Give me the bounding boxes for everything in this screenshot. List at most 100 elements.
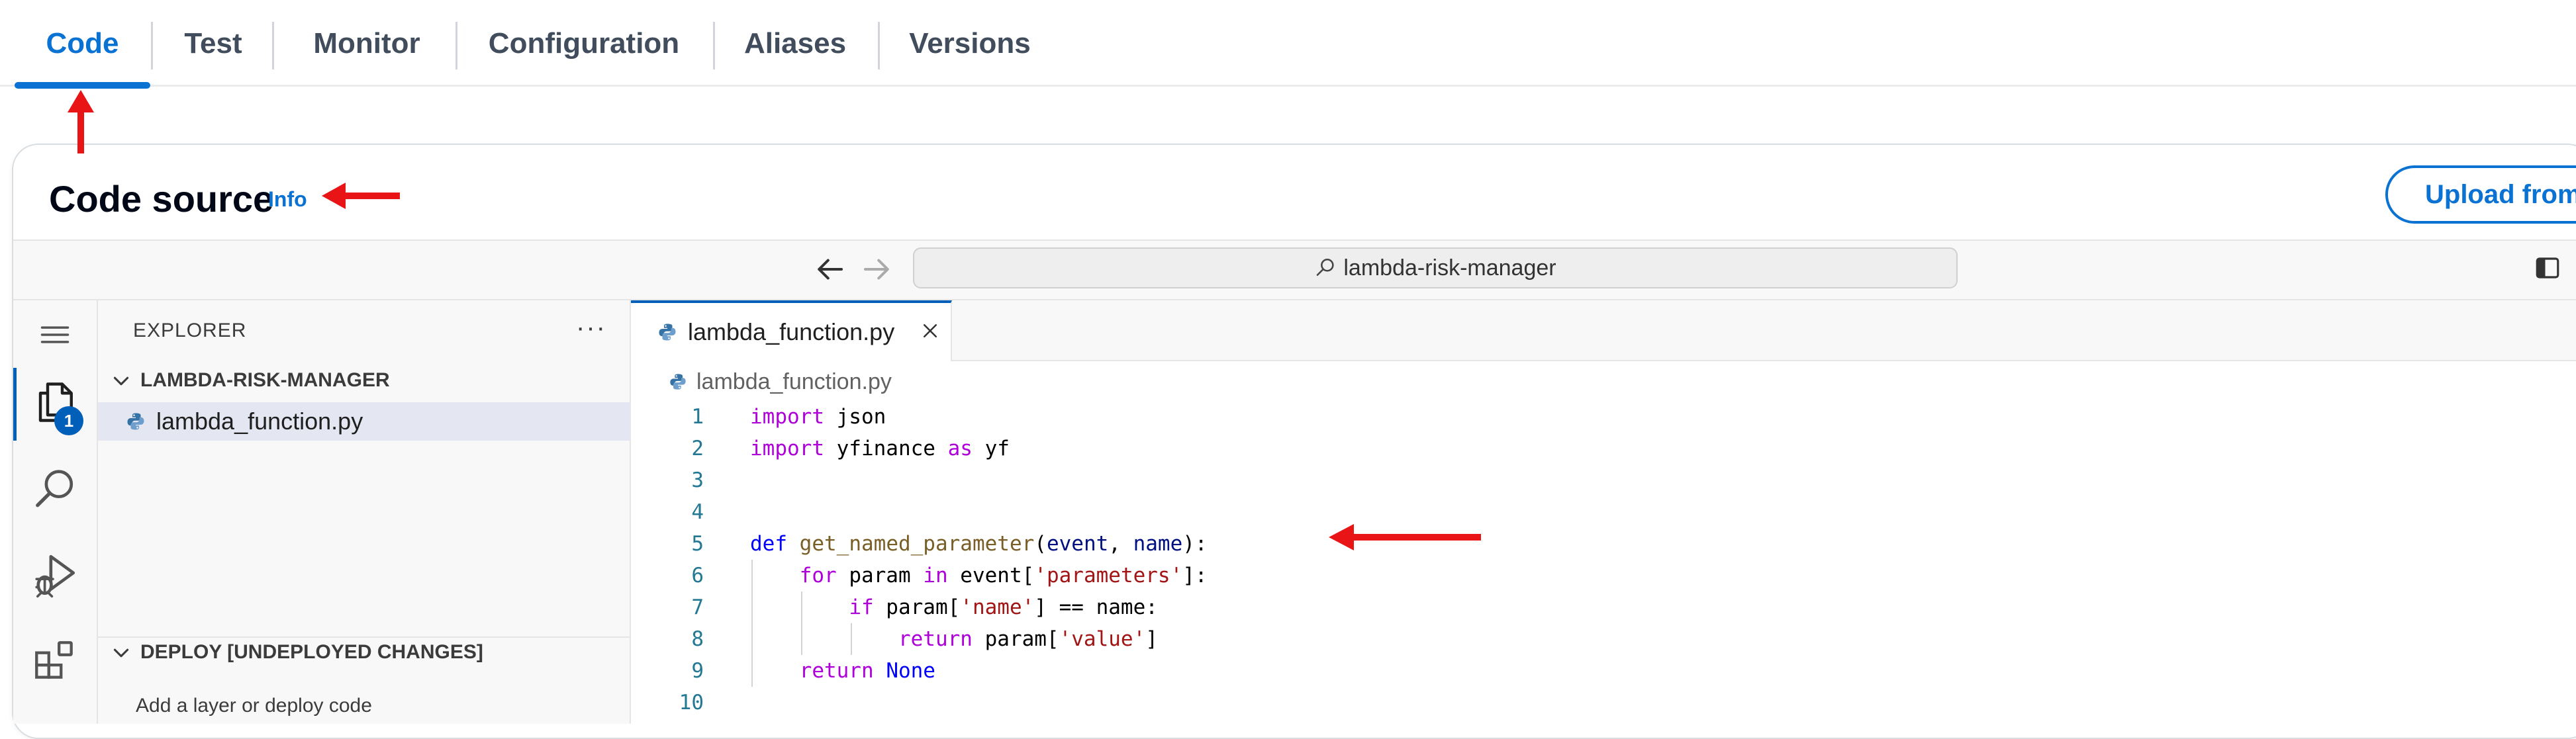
code-token: yf — [972, 437, 1010, 460]
code-token: def — [750, 532, 787, 556]
annotation-arrow-left-code — [1329, 524, 1481, 550]
editor-tab-label: lambda_function.py — [688, 318, 895, 345]
tab-divider — [272, 22, 274, 69]
code-line[interactable]: 1 import json — [631, 401, 2576, 433]
line-content: import yfinance as yf — [750, 433, 1010, 464]
menu-icon[interactable] — [38, 318, 72, 352]
line-number: 8 — [691, 627, 704, 651]
annotation-arrow-up — [68, 90, 94, 153]
code-token: ): — [1182, 532, 1208, 556]
folder-lambda-risk-manager[interactable]: LAMBDA-RISK-MANAGER — [98, 365, 631, 396]
more-actions-icon[interactable]: ··· — [576, 313, 606, 343]
code-token: as — [947, 437, 973, 460]
code-token: event — [1046, 532, 1109, 556]
chevron-down-icon — [113, 648, 129, 658]
line-number: 1 — [691, 405, 704, 429]
file-label: lambda_function.py — [156, 408, 363, 435]
code-line[interactable]: 9 return None — [631, 655, 2576, 687]
code-line[interactable]: 2 import yfinance as yf — [631, 433, 2576, 464]
code-token: json — [824, 405, 886, 429]
line-content: import json — [750, 401, 886, 433]
code-token: get_named_parameter — [799, 532, 1035, 556]
line-content: for param in event['parameters']: — [750, 560, 1208, 591]
tab-versions[interactable]: Versions — [887, 0, 1053, 87]
code-token: None — [886, 659, 935, 683]
line-number: 3 — [691, 468, 704, 492]
code-line[interactable]: 6 for param in event['parameters']: — [631, 560, 2576, 591]
code-token: event[ — [947, 564, 1035, 587]
code-token: yfinance — [824, 437, 948, 460]
code-editor[interactable]: 1 import json 2 import yfinance as yf 3 4 5 def… — [631, 401, 2576, 715]
annotation-arrow-left-info — [322, 183, 400, 209]
search-icon[interactable] — [32, 466, 78, 512]
code-line[interactable]: 10 — [631, 687, 2576, 718]
code-line[interactable]: 4 — [631, 496, 2576, 528]
code-line[interactable]: 7 if param['name'] == name: — [631, 591, 2576, 623]
arrow-right-icon[interactable] — [859, 251, 895, 287]
code-token: ] == name: — [1034, 595, 1158, 619]
line-number: 6 — [691, 564, 704, 587]
code-token: for — [799, 564, 837, 587]
indent-guide — [850, 623, 852, 655]
line-number: 5 — [691, 532, 704, 556]
upload-from-button[interactable]: Upload from — [2385, 165, 2576, 224]
run-debug-icon[interactable] — [30, 550, 79, 599]
toggle-sidebar-icon[interactable] — [2534, 254, 2561, 282]
activity-active-indicator — [13, 368, 17, 441]
indent-guide — [751, 560, 753, 687]
code-token: return — [898, 627, 973, 651]
breadcrumb-file: lambda_function.py — [696, 369, 892, 394]
code-token: return — [799, 659, 874, 683]
code-token: ( — [1034, 532, 1047, 556]
line-content: return None — [750, 655, 935, 687]
tab-test[interactable]: Test — [156, 0, 270, 87]
tab-divider — [713, 22, 715, 69]
code-token: if — [849, 595, 874, 619]
chevron-down-icon — [113, 376, 129, 386]
line-number: 7 — [691, 595, 704, 619]
deploy-section-text: Add a layer or deploy code — [136, 695, 372, 717]
extensions-icon[interactable] — [30, 636, 79, 685]
code-token: , — [1108, 532, 1133, 556]
line-content: return param['value'] — [750, 623, 1158, 655]
close-icon[interactable] — [920, 321, 940, 341]
code-line[interactable]: 8 return param['value'] — [631, 623, 2576, 655]
python-file-icon — [659, 324, 676, 341]
tab-divider — [878, 22, 880, 69]
python-file-icon — [127, 413, 144, 430]
tab-aliases[interactable]: Aliases — [722, 0, 869, 87]
code-token: 'name' — [960, 595, 1035, 619]
code-line[interactable]: 5 def get_named_parameter(event, name): — [631, 528, 2576, 560]
code-token: param[ — [972, 627, 1059, 651]
code-token: param[ — [873, 595, 961, 619]
line-number: 9 — [691, 659, 704, 683]
code-token: 'parameters' — [1034, 564, 1183, 587]
tab-code[interactable]: Code — [15, 0, 150, 89]
tab-bar: Code Test Monitor Configuration Aliases … — [0, 0, 2576, 89]
code-token: import — [750, 437, 824, 460]
explorer-title: EXPLORER — [133, 320, 247, 341]
code-token: in — [923, 564, 948, 587]
editor-tab-lambda-function[interactable]: lambda_function.py — [631, 300, 952, 361]
breadcrumb[interactable]: lambda_function.py — [669, 367, 892, 397]
file-lambda-function-py[interactable]: lambda_function.py — [98, 402, 631, 441]
command-center-search[interactable]: lambda-risk-manager — [913, 247, 1958, 288]
arrow-left-icon[interactable] — [812, 251, 847, 287]
tab-configuration[interactable]: Configuration — [463, 0, 704, 87]
python-file-icon — [670, 374, 686, 390]
deploy-section-label: DEPLOY [UNDEPLOYED CHANGES] — [140, 641, 483, 663]
tab-monitor[interactable]: Monitor — [278, 0, 455, 87]
info-link[interactable]: Info — [268, 187, 307, 212]
line-content: if param['name'] == name: — [750, 591, 1158, 623]
code-token: name — [1133, 532, 1183, 556]
explorer-badge: 1 — [54, 406, 83, 435]
page-title: Code source — [49, 178, 274, 220]
deploy-section-header[interactable]: DEPLOY [UNDEPLOYED CHANGES] — [98, 636, 631, 667]
line-content: def get_named_parameter(event, name): — [750, 528, 1208, 560]
code-line[interactable]: 3 — [631, 464, 2576, 496]
code-token: ]: — [1182, 564, 1208, 587]
